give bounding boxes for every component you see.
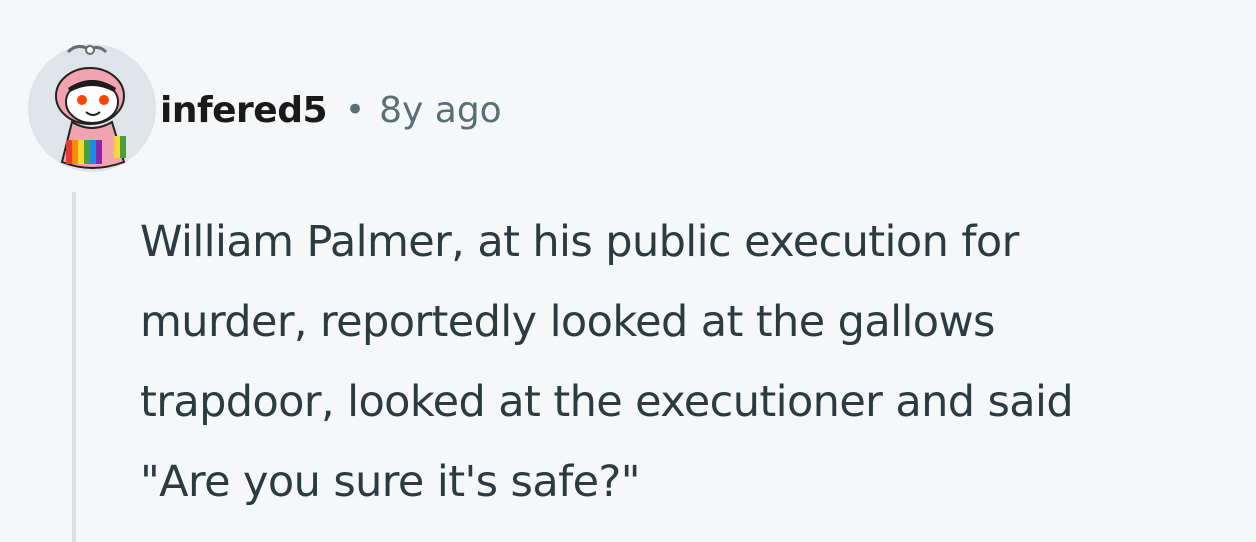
comment-timestamp[interactable]: 8y ago bbox=[379, 90, 502, 131]
user-avatar[interactable] bbox=[28, 44, 156, 172]
author-username[interactable]: infered5 bbox=[160, 90, 328, 131]
comment-body-line: murder, reportedly looked at the gallows bbox=[140, 297, 995, 347]
comment-body-line: trapdoor, looked at the executioner and … bbox=[140, 377, 1074, 427]
comment-body-line: William Palmer, at his public execution … bbox=[140, 217, 1019, 267]
comment-body-line: "Are you sure it's safe?" bbox=[140, 457, 640, 507]
comment: infered5 • 8y ago William Palmer, at his… bbox=[0, 0, 1256, 542]
comment-meta: infered5 • 8y ago bbox=[160, 80, 502, 140]
meta-separator: • bbox=[345, 90, 366, 130]
snoo-avatar-icon bbox=[28, 44, 156, 172]
comment-body: William Palmer, at his public execution … bbox=[140, 202, 1250, 522]
thread-collapse-line[interactable] bbox=[72, 192, 76, 542]
